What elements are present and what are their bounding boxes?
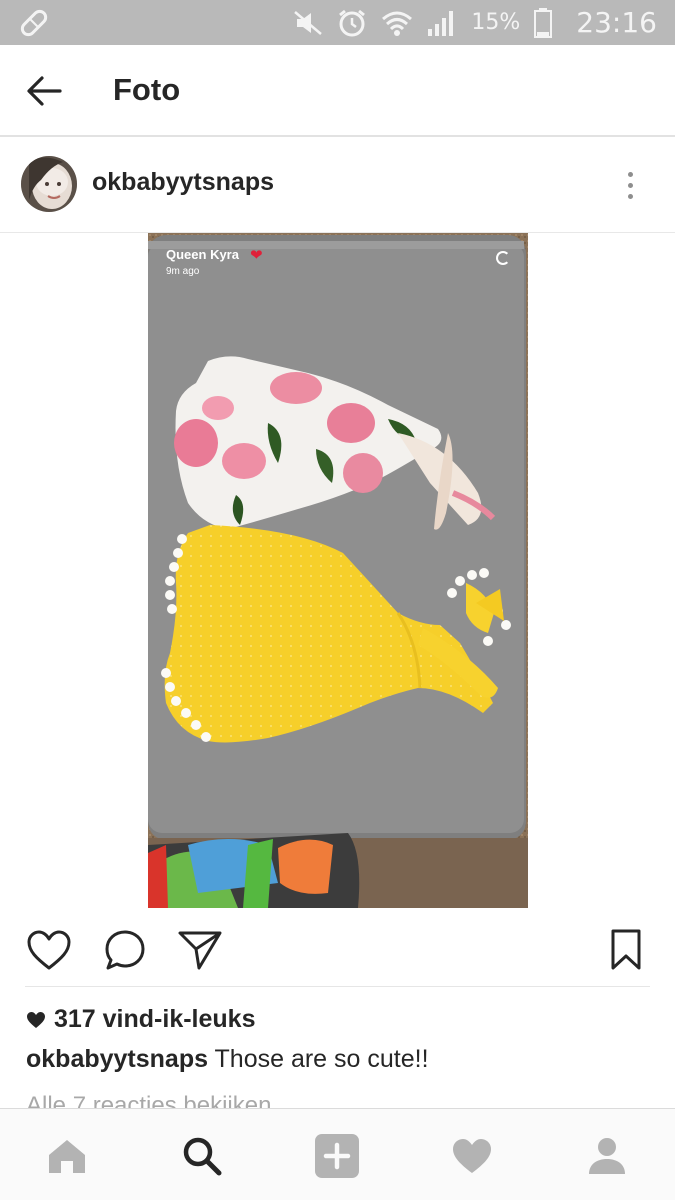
likes-count[interactable]: 317 vind-ik-leuks	[26, 1005, 255, 1034]
add-icon	[315, 1134, 359, 1178]
wifi-icon	[382, 11, 413, 36]
photo-illustration	[148, 233, 528, 908]
arrow-left-icon	[27, 76, 62, 106]
home-icon	[49, 1140, 85, 1173]
avatar-photo	[21, 156, 77, 212]
avatar[interactable]	[21, 156, 77, 212]
likes-text: 317 vind-ik-leuks	[54, 1005, 256, 1033]
heart-emoji-icon: ❤	[250, 247, 263, 264]
actions-divider	[25, 986, 650, 987]
comment-button[interactable]	[100, 926, 150, 974]
caption-username[interactable]: okbabyytsnaps	[26, 1045, 208, 1073]
profile-icon	[589, 1138, 625, 1174]
like-button[interactable]	[24, 926, 74, 974]
mute-icon	[294, 10, 323, 35]
timer-icon	[496, 251, 510, 265]
nav-add[interactable]	[310, 1133, 364, 1179]
heart-icon	[453, 1139, 491, 1173]
caption-text: Those are so cute!!	[214, 1045, 429, 1073]
app-bar: Foto	[0, 45, 675, 137]
bookmark-icon	[611, 929, 641, 970]
post-photo[interactable]: Queen Kyra ❤ 9m ago	[148, 233, 528, 908]
clock: 23:16	[576, 6, 657, 39]
post-header: okbabyytsnaps	[0, 137, 675, 233]
comment-icon	[105, 930, 145, 970]
nav-home[interactable]	[40, 1133, 94, 1179]
share-icon	[178, 931, 222, 970]
bottom-nav	[0, 1108, 675, 1200]
post-actions	[0, 908, 675, 988]
nav-profile[interactable]	[580, 1133, 634, 1179]
post-username[interactable]: okbabyytsnaps	[92, 168, 274, 197]
vertical-dots-icon[interactable]	[612, 165, 648, 205]
back-button[interactable]	[20, 69, 68, 113]
nav-search[interactable]	[175, 1133, 229, 1179]
bandage-icon	[20, 9, 48, 37]
status-bar: 15% 23:16	[0, 0, 675, 45]
post-caption: okbabyytsnaps Those are so cute!!	[26, 1045, 429, 1074]
alarm-icon	[339, 9, 366, 36]
battery-percent: 15%	[471, 10, 521, 35]
signal-icon	[428, 10, 454, 36]
heart-filled-icon	[27, 1011, 45, 1028]
share-button[interactable]	[175, 926, 225, 974]
save-button[interactable]	[601, 926, 651, 974]
snap-caption-time: 9m ago	[166, 266, 200, 277]
snap-caption-name: Queen Kyra	[166, 247, 239, 262]
page-title: Foto	[113, 72, 181, 107]
search-icon	[183, 1137, 222, 1176]
post-photo-area: Queen Kyra ❤ 9m ago	[0, 233, 675, 908]
nav-activity[interactable]	[445, 1133, 499, 1179]
heart-icon	[27, 930, 71, 970]
battery-icon	[534, 7, 553, 38]
